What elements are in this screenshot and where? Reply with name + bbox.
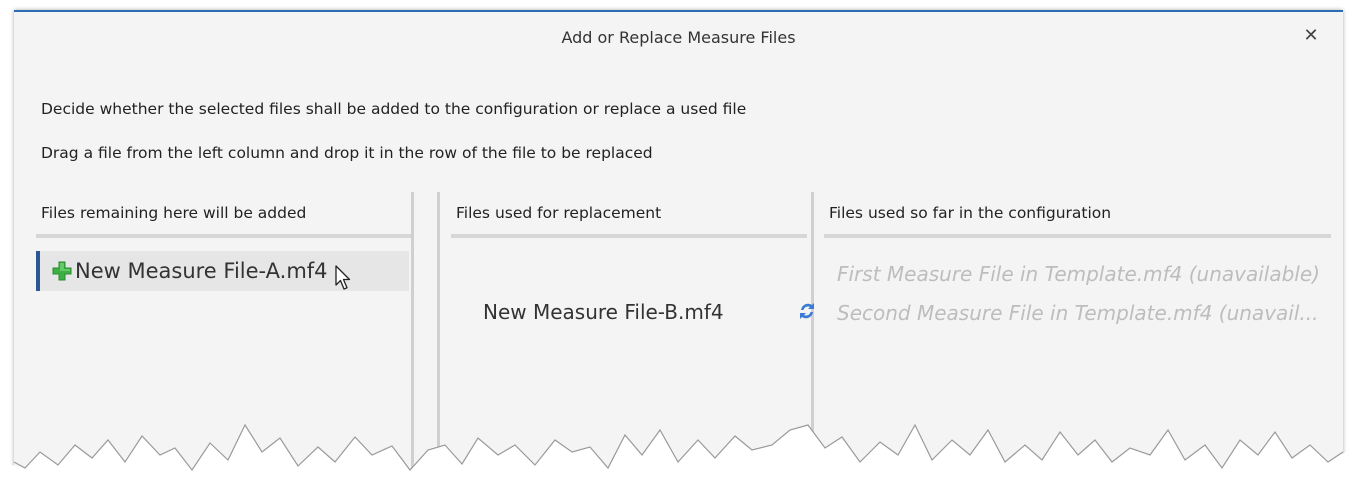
add-replace-dialog: Add or Replace Measure Files ✕ Decide wh… [14, 10, 1343, 479]
added-files-column: Files remaining here will be added New M… [30, 192, 411, 479]
description-line-2: Drag a file from the left column and dro… [41, 144, 653, 162]
close-icon[interactable]: ✕ [1299, 24, 1323, 48]
header-separator [36, 234, 411, 238]
list-item-unavailable: Second Measure File in Template.mf4 (una… [837, 301, 1319, 325]
description-line-1: Decide whether the selected files shall … [41, 100, 747, 118]
configuration-column-header: Files used so far in the configuration [829, 204, 1112, 222]
replacement-column-header: Files used for replacement [456, 204, 662, 222]
header-separator [824, 234, 1331, 238]
mouse-pointer-icon [335, 265, 351, 290]
dialog-title: Add or Replace Measure Files [561, 28, 796, 47]
plus-icon [52, 261, 72, 281]
column-divider[interactable] [811, 192, 814, 479]
header-separator [451, 234, 807, 238]
column-divider[interactable] [411, 192, 414, 479]
list-item-file-a[interactable]: New Measure File-A.mf4 [36, 251, 409, 291]
replacement-files-column: Files used for replacement New Measure F… [445, 192, 814, 479]
configuration-files-column: Files used so far in the configuration F… [818, 192, 1331, 479]
list-item-unavailable: First Measure File in Template.mf4 (unav… [837, 262, 1320, 286]
screenshot-stage: Add or Replace Measure Files ✕ Decide wh… [0, 0, 1353, 479]
swap-icon[interactable] [797, 300, 817, 322]
file-a-label: New Measure File-A.mf4 [75, 259, 328, 283]
added-column-header: Files remaining here will be added [41, 204, 307, 222]
file-b-label[interactable]: New Measure File-B.mf4 [483, 300, 724, 324]
column-divider[interactable] [437, 192, 440, 479]
